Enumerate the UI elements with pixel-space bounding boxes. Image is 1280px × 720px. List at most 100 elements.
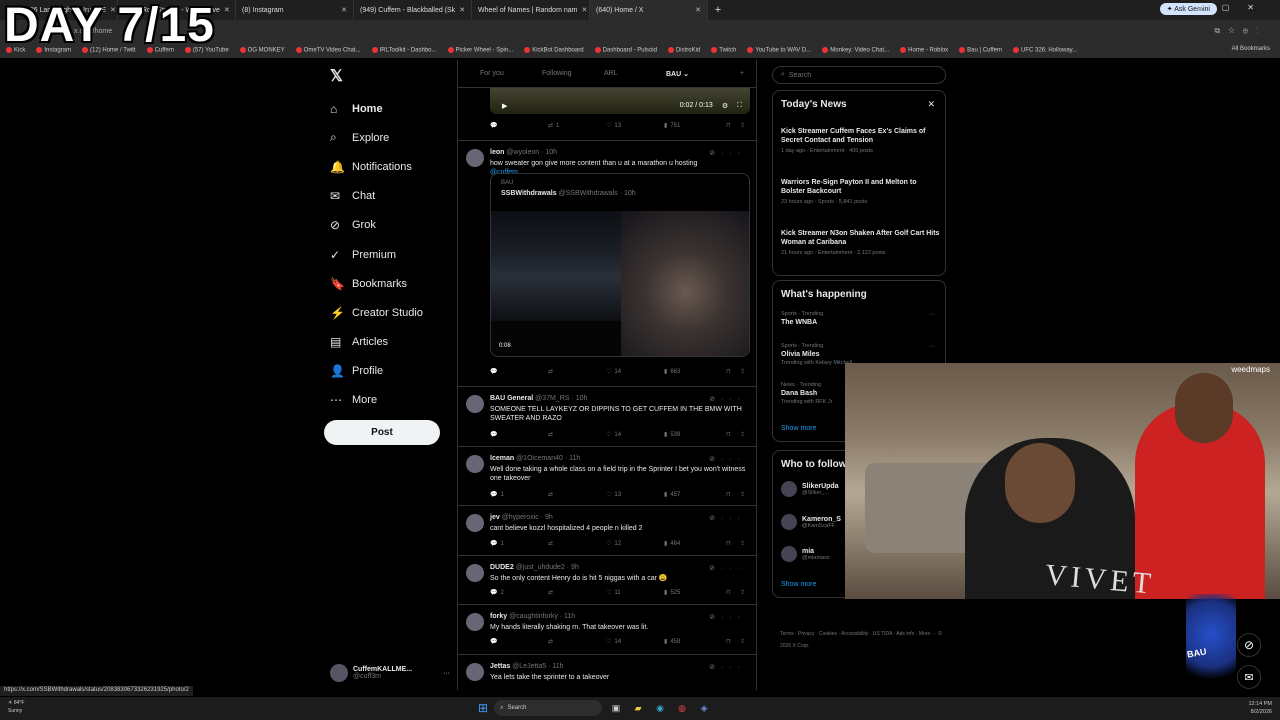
tweet[interactable]: forky @caughtinforky · 11h ⊘··· My hands… [458,604,756,654]
close-icon[interactable]: ✕ [224,6,230,14]
bookmark-item[interactable]: Dashboard - Pulsoid [594,46,657,53]
quote-media-image[interactable] [491,211,621,321]
bookmark-icon[interactable]: ⊓ [726,122,740,129]
bookmark-icon[interactable]: ⊓ [726,491,740,498]
like-button[interactable]: ♡ 12 [606,540,664,548]
nav-profile[interactable]: 👤 Profile [330,357,455,386]
share-icon[interactable]: ⇪ [740,589,750,596]
post-button[interactable]: Post [324,420,440,445]
close-icon[interactable]: ✕ [459,6,465,14]
tweet-menu-icon[interactable]: ⊘··· [709,663,746,671]
like-button[interactable]: ♡ 14 [606,368,664,376]
tweet[interactable]: Jettas @LeJetta5 · 11h ⊘··· Yea lets tak… [458,654,756,690]
tweet-menu-icon[interactable]: ⊘··· [709,514,746,522]
footer-links[interactable]: Terms · Privacy · Cookies · Accessibilit… [780,628,950,652]
bookmark-item[interactable]: KickBot Dashboard [524,46,584,53]
like-button[interactable]: ♡ 11 [606,589,664,597]
tweet[interactable]: DUDE2 @just_uhdude2 · 9h ⊘··· So the onl… [458,555,756,604]
views-button[interactable]: ▮ 458 [664,638,726,646]
nav-explore[interactable]: ⌕ Explore [330,123,455,152]
tab-bau[interactable]: BAU ⌄ [666,70,728,78]
reply-button[interactable]: 💬 1 [490,491,548,499]
browser-tab[interactable]: (949) Cuffem - Blackballed (Sk ✕ [354,0,472,20]
bookmark-icon[interactable]: ⊓ [726,368,740,375]
browser-tab[interactable]: Wheel of Names | Random nam ✕ [472,0,590,20]
bookmark-icon[interactable]: ⊓ [726,638,740,645]
close-icon[interactable]: ✕ [695,6,701,14]
nav-creator-studio[interactable]: ⚡ Creator Studio [330,298,455,327]
reply-button[interactable]: 💬 [490,122,548,129]
show-more-link[interactable]: Show more [781,581,816,588]
trend-item[interactable]: Sports · Trending The WNBA ··· [781,311,941,326]
edge-icon[interactable]: ◉ [652,700,668,716]
bookmark-icon[interactable]: ⊓ [726,431,740,438]
share-icon[interactable]: ⇪ [740,491,750,498]
nav-home[interactable]: ⌂ Home [330,94,455,123]
bookmark-icon[interactable]: ⊓ [726,540,740,547]
folder-icon[interactable]: ▰ [630,700,646,716]
tweet[interactable]: Iceman @1Oiceman40 · 11h ⊘··· Well done … [458,446,756,505]
weather-widget[interactable]: ☀ 84°F Sunny [8,699,25,715]
share-icon[interactable]: ⇪ [740,122,750,129]
bookmark-item[interactable]: Monkey: Video Chat... [822,46,889,53]
play-icon[interactable]: ▶ [502,102,507,110]
nav-bookmarks[interactable]: 🔖 Bookmarks [330,269,455,298]
browser-tab-active[interactable]: (640) Home / X ✕ [590,0,708,20]
follow-suggestion[interactable]: Kameron_S @KamScaFF [781,514,841,530]
tab-arl[interactable]: ARL [604,70,666,77]
news-item[interactable]: Kick Streamer N3on Shaken After Golf Car… [781,229,941,256]
retweet-button[interactable]: ⇄ 1 [548,122,606,130]
nav-notifications[interactable]: 🔔 Notifications [330,152,455,181]
views-button[interactable]: ▮ 457 [664,491,726,499]
nav-articles[interactable]: ▤ Articles [330,328,455,357]
reply-button[interactable]: 💬 2 [490,589,548,597]
bookmark-item[interactable]: DistroKid [667,46,700,53]
quote-media-image[interactable] [621,211,749,356]
news-item[interactable]: Warriors Re-Sign Payton II and Melton to… [781,178,941,205]
nav-chat[interactable]: ✉ Chat [330,182,455,211]
close-icon[interactable]: ✕ [341,6,347,14]
bookmark-item[interactable]: YouTube to WAV D... [747,46,811,53]
quoted-tweet[interactable]: BAU SSBWithdrawals @SSBWithdrawals · 10h… [490,173,750,357]
quote-media-video[interactable]: 0:08 [491,321,621,356]
messages-icon[interactable]: ✉ [1237,665,1261,689]
window-controls[interactable]: —▢✕ [1196,3,1272,12]
avatar[interactable] [466,149,484,167]
tweet[interactable]: BAU General @37M_RS · 10h ⊘··· SOMEONE T… [458,386,756,446]
grok-icon[interactable]: ⊘ [1237,633,1261,657]
close-icon[interactable]: ✕ [927,99,935,110]
browser-tab[interactable]: (8) Instagram ✕ [236,0,354,20]
chrome-icon[interactable]: ◍ [674,700,690,716]
share-icon[interactable]: ⇪ [740,368,750,375]
all-bookmarks-button[interactable]: All Bookmarks [1232,46,1270,52]
new-tab-button[interactable]: + [708,4,728,16]
tab-for-you[interactable]: For you [480,70,542,77]
avatar[interactable] [466,663,484,681]
retweet-button[interactable]: ⇄ [548,589,606,596]
tweet-menu-icon[interactable]: ⊘··· [709,455,746,463]
tab-following[interactable]: Following [542,70,604,77]
views-button[interactable]: ▮ 525 [664,589,726,597]
reply-button[interactable]: 💬 [490,368,548,375]
add-tab-icon[interactable]: + [740,70,744,77]
avatar[interactable] [466,613,484,631]
share-icon[interactable]: ⇪ [740,638,750,645]
close-icon[interactable]: ✕ [581,6,587,14]
tweet-menu-icon[interactable]: ⊘··· [709,149,746,157]
bookmark-item[interactable]: OG MONKEY [239,46,285,53]
retweet-button[interactable]: ⇄ [548,638,606,645]
show-more-link[interactable]: Show more [781,425,816,432]
follow-suggestion[interactable]: SlikerUpda @Sliker_... [781,481,839,497]
bookmark-item[interactable]: Bau | Cuffem [959,46,1002,53]
avatar[interactable] [466,514,484,532]
video-player[interactable]: ▶ 0:02 / 0:13 ⚙ ⛶ [490,88,750,114]
like-button[interactable]: ♡ 14 [606,638,664,646]
more-icon[interactable]: ··· [443,670,450,677]
reply-button[interactable]: 💬 [490,638,548,645]
discord-icon[interactable]: ◈ [696,700,712,716]
tweet-menu-icon[interactable]: ⊘··· [709,613,746,621]
windows-start-icon[interactable]: ⊞ [478,701,488,715]
bookmark-item[interactable]: Twitch [711,46,736,53]
reply-button[interactable]: 💬 [490,431,548,438]
retweet-button[interactable]: ⇄ [548,431,606,438]
